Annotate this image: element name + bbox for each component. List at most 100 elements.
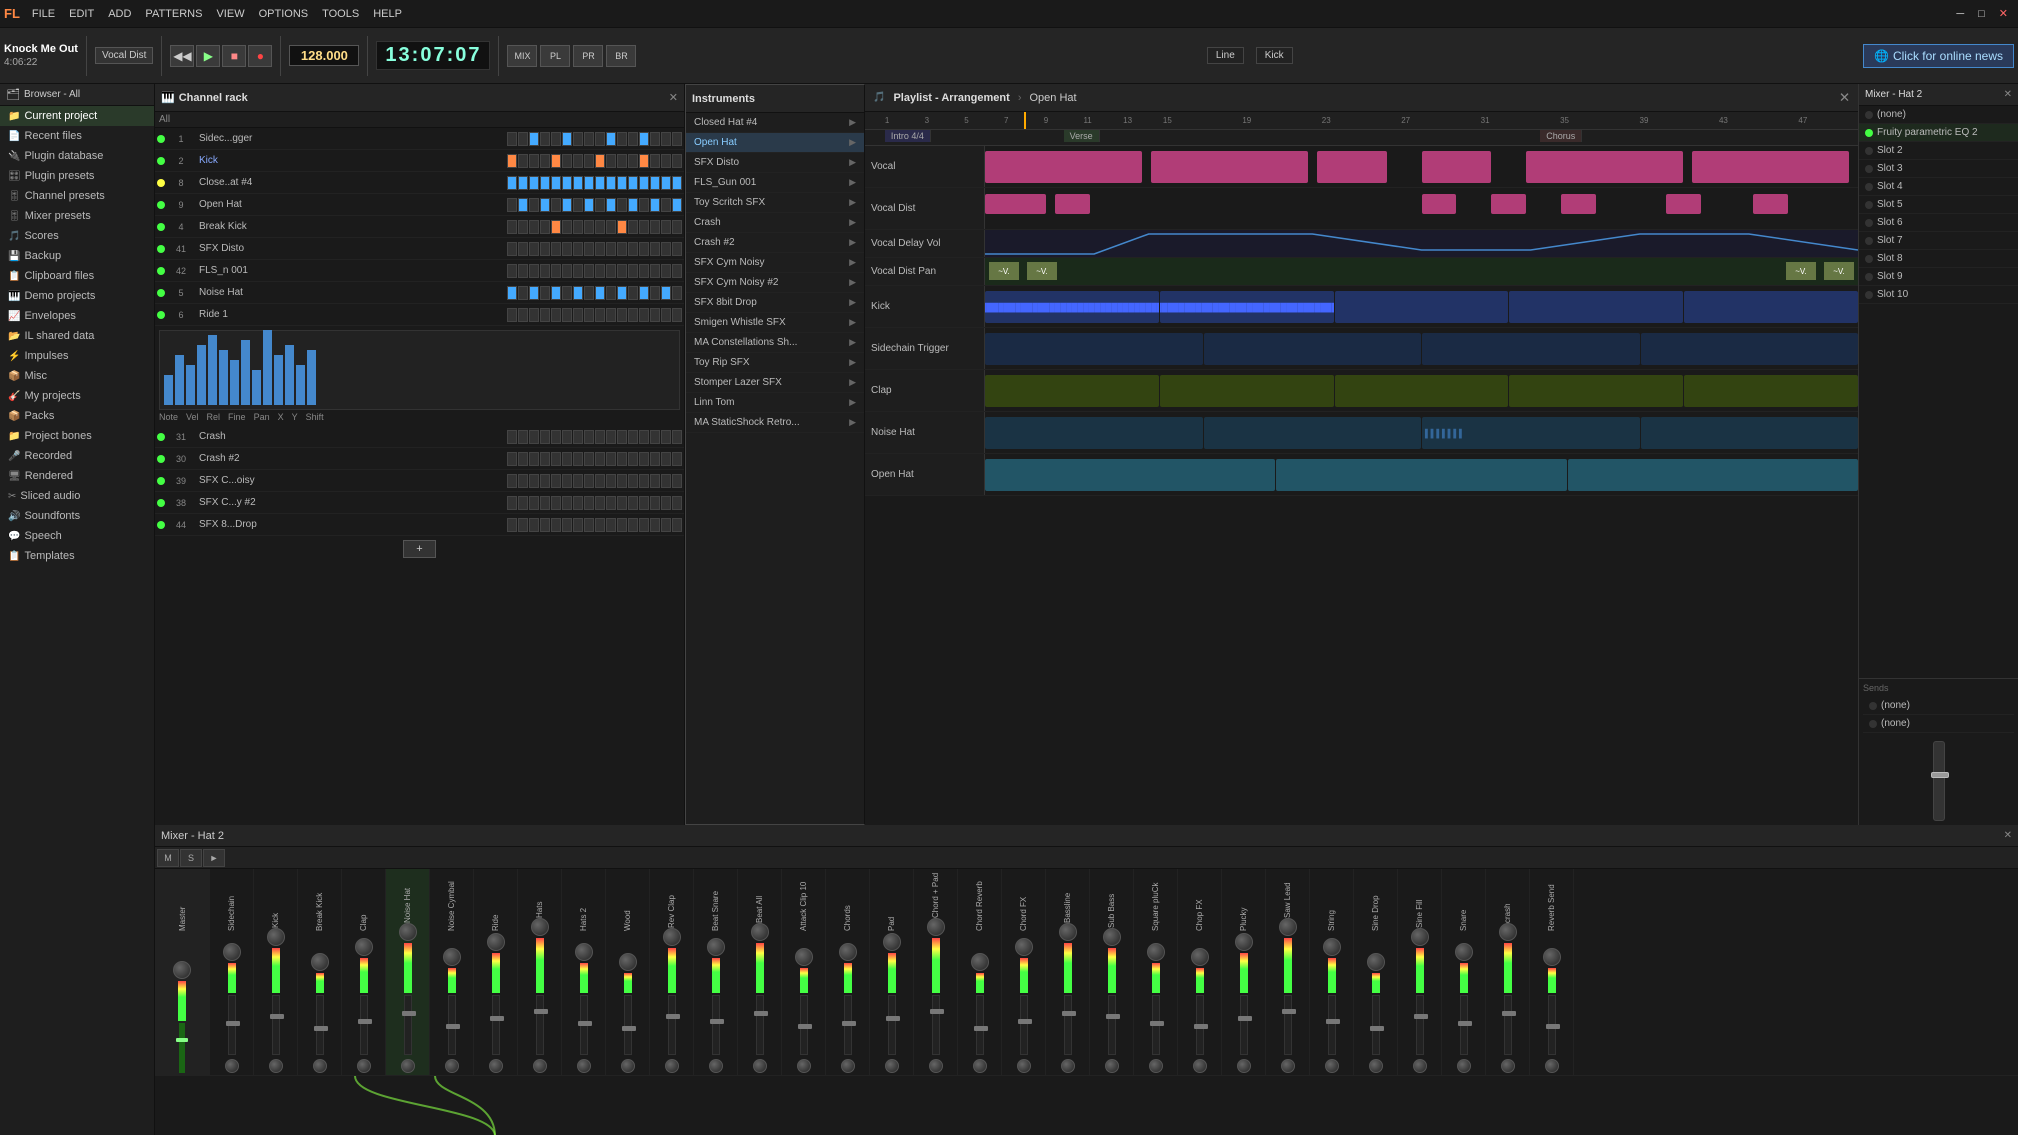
step-btn[interactable] [551,286,561,300]
step-btn[interactable] [529,518,539,532]
sidebar-item-sliced-audio[interactable]: ✂ Sliced audio [0,486,154,506]
mixer-item[interactable]: SFX 8bit Drop ▶ [686,293,864,313]
sidebar-item-il-shared-data[interactable]: 📂 IL shared data [0,326,154,346]
browser-button[interactable]: BR [606,45,636,67]
step-btn[interactable] [595,264,605,278]
fader-handle[interactable] [1370,1026,1384,1031]
mixer-item[interactable]: MA StaticShock Retro... ▶ [686,413,864,433]
sidebar-item-packs[interactable]: 📦 Packs [0,406,154,426]
mixer-item[interactable]: Crash #2 ▶ [686,233,864,253]
track-content[interactable] [985,370,1858,411]
channel-name[interactable]: Break Kick [195,221,505,232]
mixer-ctrl-btn[interactable]: M [157,849,179,867]
step-btn[interactable] [529,198,539,212]
fader-handle[interactable] [226,1021,240,1026]
step-btn[interactable] [628,496,638,510]
channel-name[interactable]: Crash [195,431,505,442]
pan-knob[interactable] [1411,928,1429,946]
fader-handle[interactable] [1282,1009,1296,1014]
step-btn[interactable] [672,452,682,466]
step-btn[interactable] [518,518,528,532]
step-btn[interactable] [628,198,638,212]
step-btn[interactable] [639,286,649,300]
step-btn[interactable] [507,154,517,168]
step-btn[interactable] [518,176,528,190]
step-btn[interactable] [606,242,616,256]
step-btn[interactable] [661,198,671,212]
mixer-item[interactable]: Stomper Lazer SFX ▶ [686,373,864,393]
step-btn[interactable] [551,220,561,234]
step-btn[interactable] [650,496,660,510]
channel-led[interactable] [157,289,165,297]
step-btn[interactable] [584,242,594,256]
step-btn[interactable] [540,308,550,322]
pan-knob[interactable] [1499,923,1517,941]
step-btn[interactable] [617,308,627,322]
step-btn[interactable] [595,496,605,510]
step-btn[interactable] [562,154,572,168]
step-btn[interactable] [529,154,539,168]
fader-handle[interactable] [1546,1024,1560,1029]
step-btn[interactable] [507,496,517,510]
step-btn[interactable] [551,176,561,190]
step-btn[interactable] [551,154,561,168]
fx-slot-3[interactable]: Slot 3 [1859,160,2018,178]
step-btn[interactable] [606,430,616,444]
step-btn[interactable] [584,176,594,190]
step-btn[interactable] [650,198,660,212]
fader-handle[interactable] [446,1024,460,1029]
track-content[interactable]: ▐▐▐▐▐▐▐ [985,412,1858,453]
mixer-item[interactable]: MA Constellations Sh... ▶ [686,333,864,353]
step-btn[interactable] [551,308,561,322]
pan-knob[interactable] [1367,953,1385,971]
step-btn[interactable] [661,430,671,444]
channel-led[interactable] [157,157,165,165]
sidebar-item-plugin-database[interactable]: 🔌 Plugin database [0,146,154,166]
record-button[interactable]: ● [248,45,272,67]
step-btn[interactable] [518,132,528,146]
kick-selector[interactable]: Kick [1256,47,1293,64]
step-btn[interactable] [606,198,616,212]
mixer-button[interactable]: MIX [507,45,537,67]
step-btn[interactable] [650,242,660,256]
pan-knob[interactable] [1323,938,1341,956]
step-btn[interactable] [617,198,627,212]
channel-name[interactable]: SFX C...y #2 [195,497,505,508]
step-btn[interactable] [661,308,671,322]
step-btn[interactable] [617,474,627,488]
fader-handle[interactable] [1106,1014,1120,1019]
step-btn[interactable] [617,496,627,510]
channel-led[interactable] [157,455,165,463]
step-btn[interactable] [507,242,517,256]
step-btn[interactable] [529,474,539,488]
step-btn[interactable] [507,176,517,190]
step-btn[interactable] [672,430,682,444]
fader-handle[interactable] [974,1026,988,1031]
step-btn[interactable] [518,496,528,510]
mixer-item[interactable]: Smigen Whistle SFX ▶ [686,313,864,333]
step-btn[interactable] [606,220,616,234]
playlist-button[interactable]: PL [540,45,570,67]
send-knob[interactable] [885,1059,899,1073]
step-btn[interactable] [650,220,660,234]
step-btn[interactable] [573,220,583,234]
step-btn[interactable] [529,452,539,466]
step-btn[interactable] [562,198,572,212]
fader-handle[interactable] [270,1014,284,1019]
step-btn[interactable] [584,264,594,278]
channel-name[interactable]: Kick [195,155,505,166]
pan-knob[interactable] [399,923,417,941]
window-maximize[interactable]: □ [1972,6,1991,22]
send-knob[interactable] [973,1059,987,1073]
pan-knob[interactable] [443,948,461,966]
sidebar-item-mixer-presets[interactable]: 🎚 Mixer presets [0,206,154,226]
send-knob[interactable] [1413,1059,1427,1073]
pan-knob[interactable] [1015,938,1033,956]
window-minimize[interactable]: ─ [1950,6,1970,22]
step-btn[interactable] [672,198,682,212]
step-btn[interactable] [628,452,638,466]
step-btn[interactable] [507,452,517,466]
step-btn[interactable] [606,518,616,532]
fader-handle[interactable] [710,1019,724,1024]
news-button[interactable]: 🌐 Click for online news [1863,44,2014,68]
